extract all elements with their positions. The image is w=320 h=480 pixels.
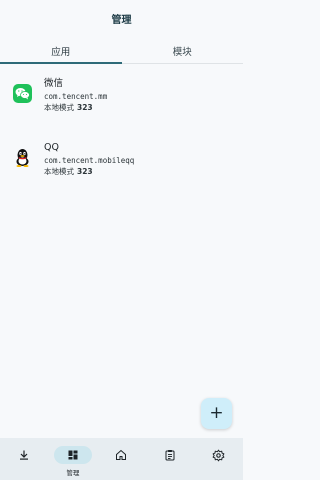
list-item-wechat[interactable]: 微信 com.tencent.mm 本地模式 323 bbox=[0, 64, 243, 122]
list-item-qq[interactable]: QQ com.tencent.mobileqq 本地模式 323 bbox=[0, 128, 243, 186]
mode-value: 323 bbox=[77, 167, 93, 176]
app-name: QQ bbox=[44, 142, 59, 153]
nav-item-logs[interactable] bbox=[146, 438, 194, 464]
app-list: 微信 com.tencent.mm 本地模式 323 QQ com.tencent… bbox=[0, 64, 243, 186]
bottom-nav: 管理 bbox=[0, 438, 243, 480]
download-icon bbox=[20, 450, 29, 460]
add-icon: + bbox=[209, 403, 224, 423]
app-bar: 管理 bbox=[0, 0, 243, 36]
qq-icon bbox=[13, 148, 32, 167]
mode-value: 323 bbox=[77, 103, 93, 112]
clipboard-icon bbox=[165, 450, 175, 461]
nav-item-settings[interactable] bbox=[195, 438, 243, 464]
app-mode: 本地模式 323 bbox=[44, 102, 243, 113]
nav-item-download[interactable] bbox=[0, 438, 48, 464]
tab-modules[interactable]: 模块 bbox=[122, 38, 244, 63]
app-package: com.tencent.mobileqq bbox=[44, 156, 135, 165]
nav-label-manage: 管理 bbox=[66, 469, 80, 477]
mode-label: 本地模式 bbox=[44, 103, 74, 112]
mode-label: 本地模式 bbox=[44, 167, 74, 176]
dashboard-icon bbox=[68, 450, 78, 460]
app-mode: 本地模式 323 bbox=[44, 166, 243, 177]
page-title: 管理 bbox=[111, 14, 132, 26]
wechat-icon bbox=[13, 84, 32, 103]
add-button[interactable]: + bbox=[201, 398, 232, 429]
app-package: com.tencent.mm bbox=[44, 92, 108, 101]
settings-icon bbox=[212, 449, 225, 461]
app-name: 微信 bbox=[44, 78, 64, 89]
tab-apps[interactable]: 应用 bbox=[0, 38, 122, 64]
nav-item-home[interactable] bbox=[97, 438, 145, 464]
tab-bar: 应用 模块 bbox=[0, 38, 243, 64]
nav-item-manage[interactable]: 管理 bbox=[49, 438, 97, 477]
home-icon bbox=[116, 449, 127, 460]
